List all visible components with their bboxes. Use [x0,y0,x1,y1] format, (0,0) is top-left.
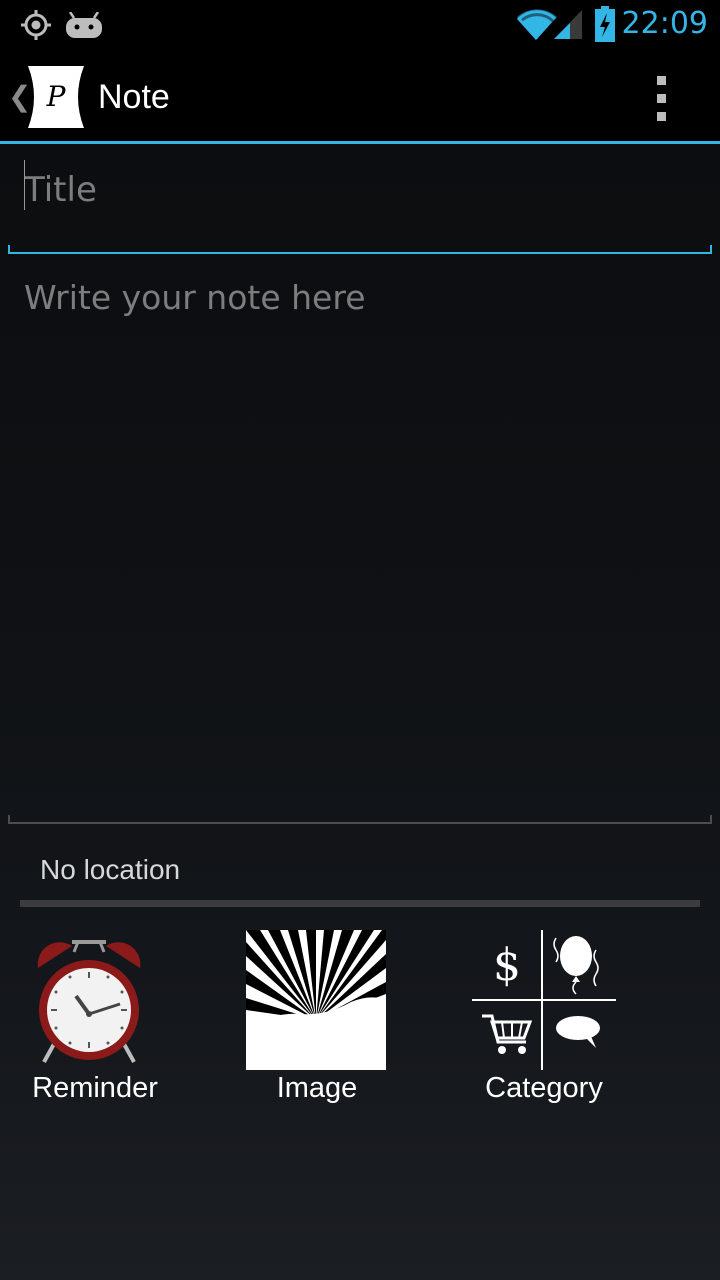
location-icon [21,10,51,40]
location-divider [20,900,700,907]
category-label: Category [485,1072,603,1104]
image-label: Image [276,1072,358,1104]
title-field [8,148,712,254]
battery-charging-icon [595,6,615,42]
alarm-clock-icon [37,940,141,1063]
page-title: Note [98,78,170,116]
android-icon [66,12,102,38]
category-button[interactable]: $ Category [454,930,634,1110]
title-input[interactable] [24,166,684,214]
app-logo[interactable]: P [28,66,84,128]
location-text[interactable]: No location [40,854,180,886]
clock: 22:09 [621,6,708,41]
svg-text:$: $ [493,940,521,991]
reminder-label: Reminder [32,1072,158,1104]
action-bar: ❮ P Note [0,50,720,144]
reminder-button[interactable]: Reminder [20,930,170,1110]
title-underline [8,245,712,254]
overflow-menu-icon[interactable] [652,76,672,122]
signal-icon [554,10,582,39]
note-input[interactable] [24,278,696,798]
app-logo-letter: P [46,80,67,113]
note-field [8,262,712,824]
image-icon [246,930,386,1070]
image-button[interactable]: Image [222,930,412,1110]
category-icon: $ [472,930,616,1070]
note-underline [8,815,712,824]
status-bar: 22:09 [0,0,720,50]
text-cursor [24,160,25,210]
